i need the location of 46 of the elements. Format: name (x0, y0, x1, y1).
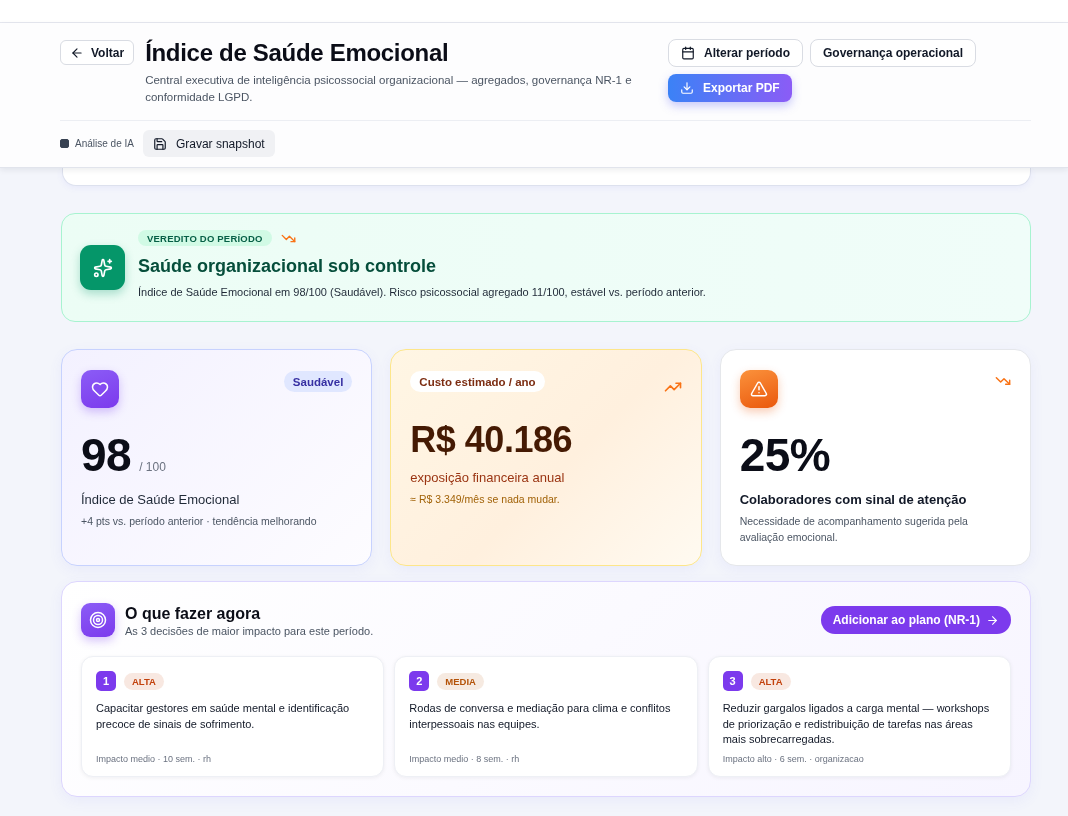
target-icon (81, 603, 115, 637)
download-icon (680, 81, 694, 95)
metric-tag: Custo estimado / ano (410, 371, 545, 392)
metric-value: 98 (81, 432, 132, 478)
sparkles-icon (80, 245, 125, 290)
metric-unit: / 100 (139, 460, 166, 474)
status-tag: Saudável (283, 371, 353, 392)
header-button[interactable]: Alterar período (668, 39, 803, 67)
action-meta: Impacto alto · 6 sem. · organizacao (722, 754, 865, 764)
checkbox[interactable] (60, 139, 69, 148)
section-subtitle: As 3 decisões de maior impacto para este período. (125, 624, 374, 637)
metric-value: 25% (739, 432, 831, 478)
priority-tag: ALTA (750, 672, 791, 690)
metric-note: ≈ R$ 3.349/mês se nada mudar. (410, 492, 561, 507)
export-button[interactable]: Exportar PDF (668, 74, 792, 102)
action-meta: Impacto medio · 10 sem. · rh (96, 754, 213, 764)
header-button[interactable]: Governança operacional (810, 39, 977, 67)
add-to-plan-button[interactable]: Adicionar ao plano (NR-1) (820, 606, 1011, 634)
page-subtitle: Central executiva de inteligência psicossocial organizacional — agregados, governança NR-1 e conformidade LGPD. (145, 73, 633, 105)
heart-icon (81, 370, 119, 408)
action-text: Reduzir gargalos ligados a carga mental — workshops de priorização e redistribuição de tarefas nas áreas mais sobrecarregadas. (722, 701, 991, 747)
warning-icon (739, 370, 778, 408)
calendar-icon (681, 46, 695, 60)
metric-label: Índice de Saúde Emocional (81, 492, 241, 508)
arrow-right-icon (986, 613, 999, 627)
action-meta: Impacto medio · 8 sem. · rh (409, 754, 521, 764)
step-number: 1 (96, 671, 116, 691)
back-button[interactable]: Voltar (60, 40, 135, 65)
priority-tag: ALTA (124, 672, 164, 690)
snapshot-button[interactable]: Gravar snapshot (142, 130, 275, 157)
action-text: Capacitar gestores em saúde mental e identificação precoce de sinais de sofrimento. (96, 701, 351, 732)
step-number: 2 (409, 671, 430, 691)
section-title: O que fazer agora (125, 603, 262, 623)
page-title: Índice de Saúde Emocional (145, 39, 450, 67)
verdict-tag: VEREDITO DO PERÍODO (138, 230, 272, 246)
priority-tag: MEDIA (437, 672, 484, 690)
metric-label: Colaboradores com sinal de atenção (739, 492, 968, 508)
checkbox-label: Análise de IA (75, 138, 134, 149)
step-number: 3 (722, 671, 743, 691)
metric-value: R$ 40.186 (410, 422, 572, 458)
metric-label: exposição financeira anual (410, 470, 566, 486)
verdict-description: Índice de Saúde Emocional em 98/100 (Saudável). Risco psicossocial agregado 11/100, estável vs. período anterior. (138, 285, 706, 299)
verdict-title: Saúde organizacional sob controle (138, 255, 438, 277)
action-text: Rodas de conversa e mediação para clima e conflitos interpessoais nas equipes. (409, 701, 672, 732)
metric-note: Necessidade de acompanhamento sugerida pela avaliação emocional. (739, 514, 969, 545)
metric-note: +4 pts vs. período anterior · tendência melhorando (81, 514, 318, 529)
